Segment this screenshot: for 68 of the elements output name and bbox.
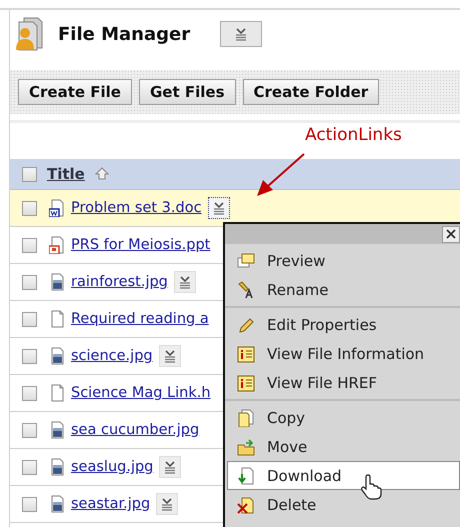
windows-icon (237, 252, 255, 270)
toolbar-button[interactable]: Create File (18, 79, 132, 105)
row-checkbox[interactable] (22, 496, 37, 512)
menu-item-label: Download (267, 466, 342, 484)
row-checkbox[interactable] (22, 460, 37, 474)
annotation-arrow (254, 152, 306, 198)
image-file-icon (49, 458, 64, 476)
menu-item[interactable]: Rename (227, 275, 460, 304)
presentation-file-icon (49, 236, 64, 254)
menu-item-label: Preview (267, 252, 326, 270)
menu-item-label: View File HREF (267, 374, 378, 392)
annotation-label: ActionLinks (305, 125, 402, 145)
file-link[interactable]: PRS for Meiosis.ppt (71, 237, 210, 253)
menu-item[interactable]: Edit Properties (227, 310, 460, 339)
document-icon (49, 384, 64, 402)
menu-item-label: Copy (267, 408, 306, 426)
menu-item[interactable]: View File HREF (227, 368, 460, 397)
actions-menu-button[interactable] (220, 21, 262, 47)
close-icon (445, 228, 457, 240)
actions-menu-button[interactable] (208, 197, 230, 219)
sort-up-arrow-icon (94, 167, 109, 181)
user-files-icon (14, 16, 44, 52)
file-link[interactable]: Required reading a (71, 311, 209, 327)
file-link[interactable]: rainforest.jpg (71, 274, 168, 290)
copy-icon (237, 408, 255, 426)
image-file-icon (49, 347, 64, 365)
menu-item[interactable]: Preview (227, 246, 460, 275)
menu-item[interactable]: Move (227, 432, 460, 461)
file-link[interactable]: Science Mag Link.h (71, 385, 211, 401)
title-sort-link[interactable]: Title (47, 165, 85, 183)
file-link[interactable]: seaslug.jpg (71, 459, 154, 475)
menu-item-label: Rename (267, 280, 329, 298)
select-all-checkbox[interactable] (22, 166, 37, 182)
file-link[interactable]: Problem set 3.doc (71, 200, 202, 216)
row-checkbox[interactable] (22, 200, 37, 216)
menu-item[interactable]: Delete (227, 490, 460, 519)
file-link[interactable]: science.jpg (71, 348, 153, 364)
pencil-letter-icon (237, 280, 255, 298)
delete-icon (237, 496, 255, 514)
menu-item-label: Delete (267, 496, 316, 514)
hand-cursor-icon (360, 474, 382, 500)
image-file-icon (49, 495, 64, 513)
pencil-icon (237, 316, 255, 334)
info-icon (237, 344, 255, 362)
row-checkbox[interactable] (22, 312, 37, 326)
folder-arrow-icon (237, 438, 255, 456)
menu-item-label: Edit Properties (267, 316, 377, 334)
menu-item[interactable]: Copy (227, 403, 460, 432)
close-button[interactable] (442, 226, 460, 242)
menu-item-label: View File Information (267, 344, 424, 362)
row-checkbox[interactable] (22, 274, 37, 290)
menu-item[interactable]: View File Information (227, 339, 460, 368)
file-link[interactable]: sea cucumber.jpg (71, 422, 200, 438)
download-icon (237, 466, 255, 484)
page-title: File Manager (58, 24, 190, 44)
image-file-icon (49, 273, 64, 291)
image-file-icon (49, 421, 64, 439)
info-icon (237, 374, 255, 392)
toolbar-button[interactable]: Create Folder (242, 79, 380, 105)
document-icon (49, 310, 64, 328)
toolbar-button[interactable]: Get Files (138, 79, 236, 105)
row-checkbox[interactable] (22, 386, 37, 400)
row-checkbox[interactable] (22, 348, 37, 364)
file-link[interactable]: seastar.jpg (71, 496, 150, 512)
row-checkbox[interactable] (22, 238, 37, 252)
word-document-icon (49, 199, 64, 217)
row-checkbox[interactable] (22, 422, 37, 438)
menu-item-label: Move (267, 438, 308, 456)
